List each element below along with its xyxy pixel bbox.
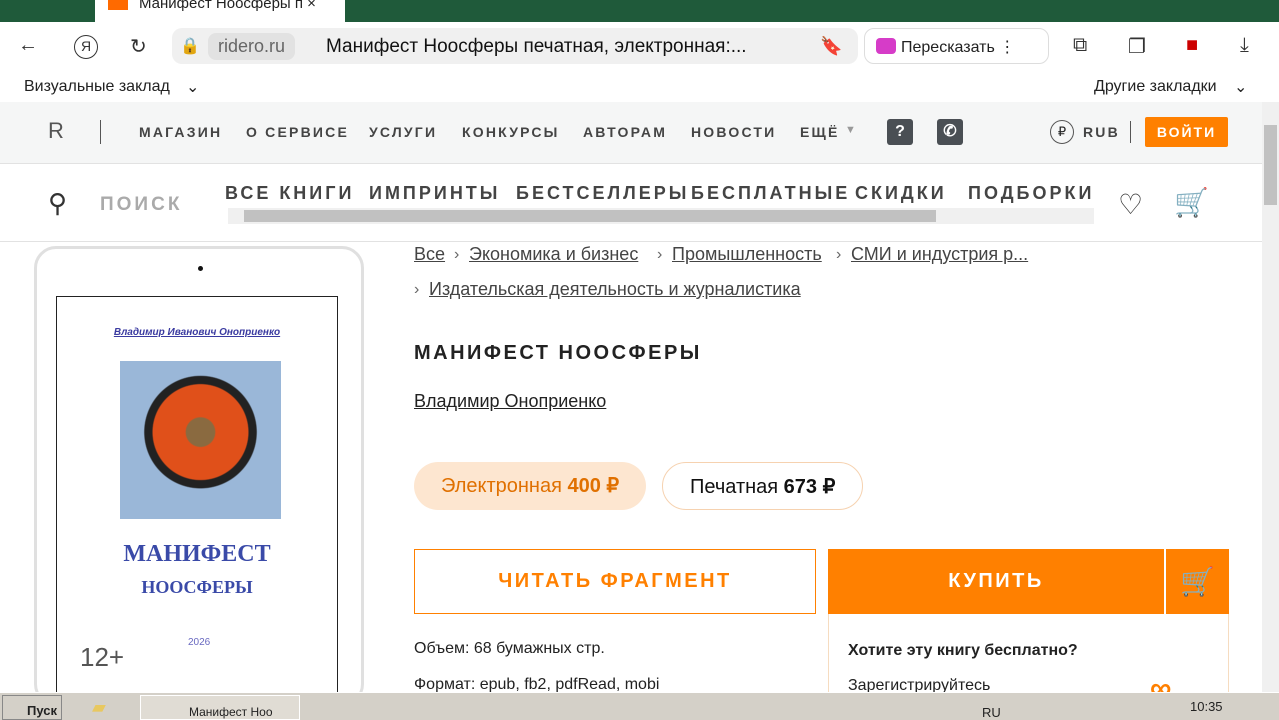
start-label: Пуск: [27, 703, 57, 718]
page-title-omnibox[interactable]: Манифест Ноосферы печатная, электронная:…: [326, 36, 747, 58]
taskbar: Пуск ▰ Манифест Ноо RU 10:35: [0, 692, 1279, 720]
age-rating: 12+: [80, 642, 125, 672]
divider: [100, 120, 101, 144]
heart-icon[interactable]: ♡: [1118, 188, 1143, 221]
nav-contests[interactable]: КОНКУРСЫ: [462, 124, 560, 140]
yandex-icon[interactable]: Я: [74, 35, 98, 59]
book-author-link[interactable]: Владимир Оноприенко: [414, 391, 606, 412]
tab-title: Манифест Ноосферы п: [139, 0, 304, 12]
book-title: МАНИФЕСТ НООСФЕРЫ: [414, 342, 702, 364]
camera-dot: [198, 266, 203, 271]
category-all[interactable]: ВСЕ КНИГИ: [225, 183, 354, 204]
cart-icon[interactable]: 🛒: [1174, 186, 1209, 219]
scrollbar-thumb[interactable]: [244, 210, 936, 222]
folder-icon[interactable]: ▰: [92, 697, 106, 718]
nav-authors[interactable]: АВТОРАМ: [583, 124, 667, 140]
ebook-label: Электронная: [441, 475, 562, 497]
phone-icon[interactable]: ✆: [937, 119, 963, 145]
window-label: Манифест Ноо: [189, 705, 273, 719]
help-button[interactable]: ?: [887, 119, 913, 145]
chevron-down-icon[interactable]: ⌄: [1234, 77, 1247, 97]
back-icon[interactable]: ←: [18, 34, 38, 57]
print-label: Печатная: [690, 476, 779, 498]
nav-about[interactable]: О СЕРВИСЕ: [246, 124, 349, 140]
breadcrumb-economics[interactable]: Экономика и бизнес: [469, 244, 638, 265]
category-sales[interactable]: СКИДКИ: [855, 183, 947, 204]
divider: [0, 241, 1262, 242]
add-to-cart-button[interactable]: 🛒: [1166, 549, 1229, 614]
ridero-logo[interactable]: R: [48, 118, 64, 144]
reload-icon[interactable]: ↻: [130, 34, 147, 59]
profile-icon[interactable]: ■: [1186, 34, 1198, 57]
print-price-option[interactable]: Печатная 673 ₽: [662, 462, 864, 510]
tab-favicon: [108, 0, 128, 10]
read-fragment-button[interactable]: ЧИТАТЬ ФРАГМЕНТ: [414, 549, 816, 614]
language-indicator[interactable]: RU: [982, 705, 1001, 720]
search-icon[interactable]: ⚲: [48, 188, 67, 219]
category-bestsellers[interactable]: БЕСТСЕЛЛЕРЫ: [516, 183, 689, 204]
ruble-icon[interactable]: ₽: [1050, 120, 1074, 144]
breadcrumb-separator: ›: [454, 246, 460, 263]
extensions-icon[interactable]: ⧉: [1073, 34, 1087, 57]
clock: 10:35: [1190, 699, 1223, 714]
bookmarks-visual[interactable]: Визуальные заклад: [24, 78, 170, 96]
cart-icon: 🛒: [1180, 566, 1215, 597]
nav-more[interactable]: ЕЩЁ: [800, 124, 840, 140]
nav-services[interactable]: УСЛУГИ: [369, 124, 437, 140]
bookmark-icon[interactable]: 🔖: [820, 36, 842, 57]
bookmarks-bar: Визуальные заклад ⌄ Другие закладки ⌄: [0, 72, 1279, 102]
book-cover[interactable]: Владимир Иванович Оноприенко МАНИФЕСТ НО…: [56, 296, 338, 696]
currency-selector[interactable]: RUB: [1083, 124, 1120, 140]
breadcrumb-publishing[interactable]: Издательская деятельность и журналистика: [429, 279, 801, 300]
start-button[interactable]: Пуск: [2, 695, 62, 720]
search-input[interactable]: ПОИСК: [100, 194, 182, 216]
url-domain[interactable]: ridero.ru: [208, 33, 296, 60]
breadcrumb-separator: ›: [836, 246, 842, 263]
book-volume: Объем: 68 бумажных стр.: [414, 640, 605, 657]
breadcrumb-separator: ›: [414, 281, 420, 298]
retell-icon: [876, 38, 896, 54]
breadcrumb-media[interactable]: СМИ и индустрия р...: [851, 244, 1028, 265]
category-free[interactable]: БЕСПЛАТНЫЕ: [691, 183, 850, 204]
breadcrumb-all[interactable]: Все: [414, 244, 445, 265]
collections-icon[interactable]: ❐: [1128, 34, 1146, 59]
cover-subtitle: НООСФЕРЫ: [141, 577, 253, 597]
download-icon[interactable]: ⤓: [1240, 34, 1249, 57]
free-book-title: Хотите эту книгу бесплатно?: [848, 642, 1078, 659]
category-imprints[interactable]: ИМПРИНТЫ: [369, 183, 500, 204]
bookmarks-other[interactable]: Другие закладки: [1094, 78, 1217, 96]
chevron-down-icon[interactable]: ⌄: [186, 77, 199, 97]
browser-tab[interactable]: Манифест Ноосферы п ×: [95, 0, 345, 22]
breadcrumb-separator: ›: [657, 246, 663, 263]
ebook-price-option[interactable]: Электронная 400 ₽: [414, 462, 647, 510]
divider: [1130, 121, 1131, 143]
lock-icon[interactable]: 🔒: [180, 36, 200, 56]
login-button[interactable]: ВОЙТИ: [1145, 117, 1228, 147]
category-collections[interactable]: ПОДБОРКИ: [968, 183, 1094, 204]
print-price: 673 ₽: [783, 476, 836, 498]
nav-shop[interactable]: МАГАЗИН: [139, 124, 222, 140]
cover-title: МАНИФЕСТ: [123, 541, 271, 567]
cover-author: Владимир Иванович Оноприенко: [113, 327, 281, 338]
cover-compass-image: [120, 361, 281, 519]
breadcrumb-industry[interactable]: Промышленность: [672, 244, 822, 265]
chevron-down-icon: ▼: [845, 124, 856, 136]
nav-news[interactable]: НОВОСТИ: [691, 124, 776, 140]
page-scrollbar-thumb[interactable]: [1264, 125, 1277, 205]
cover-year: 2026: [188, 637, 211, 648]
retell-label: Пересказать: [901, 39, 995, 56]
buy-button[interactable]: КУПИТЬ: [828, 549, 1164, 614]
ebook-price: 400 ₽: [567, 475, 620, 497]
taskbar-browser-window[interactable]: Манифест Ноо: [140, 695, 300, 720]
